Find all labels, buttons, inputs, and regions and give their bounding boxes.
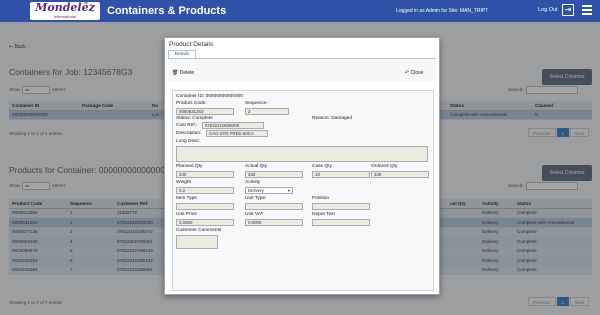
unit-vat-field[interactable]: 0.0000 <box>245 219 303 226</box>
depot-text-field[interactable] <box>312 219 370 226</box>
description-field[interactable]: CAO STD FRED 60CA <box>206 130 268 137</box>
customer-comments-label: Customer Comments <box>176 228 222 233</box>
product-code-field[interactable]: 0000631263 <box>176 108 234 115</box>
planned-qty-label: Planned Qty <box>176 164 203 169</box>
actual-qty-field[interactable]: 330 <box>245 171 303 178</box>
unit-type-field[interactable] <box>245 203 303 210</box>
login-info: Logged in as Admin for Site: MAN_TRIPT <box>396 8 489 14</box>
logout-icon[interactable]: ⇥ <box>562 4 574 16</box>
actual-qty-label: Actual Qty <box>245 164 268 169</box>
sequence-label: Sequence: <box>245 101 268 106</box>
item-type-label: Item Type <box>176 196 197 201</box>
product-details-dialog: Product Details Details 🗑 Delete ↶ Close… <box>164 37 440 295</box>
status-text: Status: Complete <box>176 116 213 121</box>
ordered-qty-label: Ordered Qty <box>371 164 398 169</box>
close-button[interactable]: ↶ Close <box>405 70 423 76</box>
trash-icon: 🗑 <box>172 70 180 76</box>
depot-text-label: Depot Text <box>312 212 335 217</box>
unit-price-label: Unit Price <box>176 212 197 217</box>
product-code-label: Product Code: <box>176 101 207 106</box>
weight-field[interactable]: 0.2 <box>176 187 234 194</box>
sequence-field[interactable]: 2 <box>245 108 289 115</box>
hamburger-menu-icon[interactable] <box>582 5 592 15</box>
customer-comments-field[interactable] <box>176 235 218 249</box>
chevron-down-icon: ▾ <box>287 188 290 193</box>
unit-price-field[interactable]: 0.0000 <box>176 219 234 226</box>
activity-label: Activity <box>245 180 261 185</box>
case-qty-label: Case Qty <box>312 164 332 169</box>
position-label: Position <box>312 196 330 201</box>
logout-link[interactable]: Log Out <box>538 7 558 13</box>
cust-ref-field[interactable]: 07622210039200 <box>202 122 264 129</box>
app-title: Containers & Products <box>107 5 227 17</box>
logo-subtext: International <box>53 14 76 19</box>
logo-text: Mondelēz <box>35 1 95 14</box>
container-id-text: Container ID: 00000000000000 <box>176 94 243 99</box>
delete-button[interactable]: 🗑 Delete <box>172 70 194 76</box>
reason-text: Reason: Damaged <box>312 116 352 121</box>
top-bar: Mondelēz International Containers & Prod… <box>0 0 600 22</box>
dialog-title: Product Details <box>169 41 214 48</box>
cust-ref-label: Cust Ref.: <box>176 123 198 128</box>
planned-qty-field[interactable]: 340 <box>176 171 234 178</box>
company-logo[interactable]: Mondelēz International <box>30 2 100 20</box>
long-desc-label: Long Desc: <box>176 139 201 144</box>
description-label: Description: <box>176 131 202 136</box>
weight-label: Weight <box>176 180 191 185</box>
unit-vat-label: Unit VAT <box>245 212 264 217</box>
dialog-toolbar <box>168 59 436 81</box>
product-details-form: Container ID: 00000000000000 Product Cod… <box>172 90 434 291</box>
ordered-qty-field[interactable]: 340 <box>371 171 429 178</box>
activity-select[interactable]: Delivery ▾ <box>245 187 293 194</box>
long-desc-field[interactable] <box>176 146 428 162</box>
item-type-field[interactable] <box>176 203 234 210</box>
case-qty-field[interactable]: 10 <box>312 171 370 178</box>
unit-type-label: Unit Type: <box>245 196 267 201</box>
position-field[interactable] <box>312 203 370 210</box>
